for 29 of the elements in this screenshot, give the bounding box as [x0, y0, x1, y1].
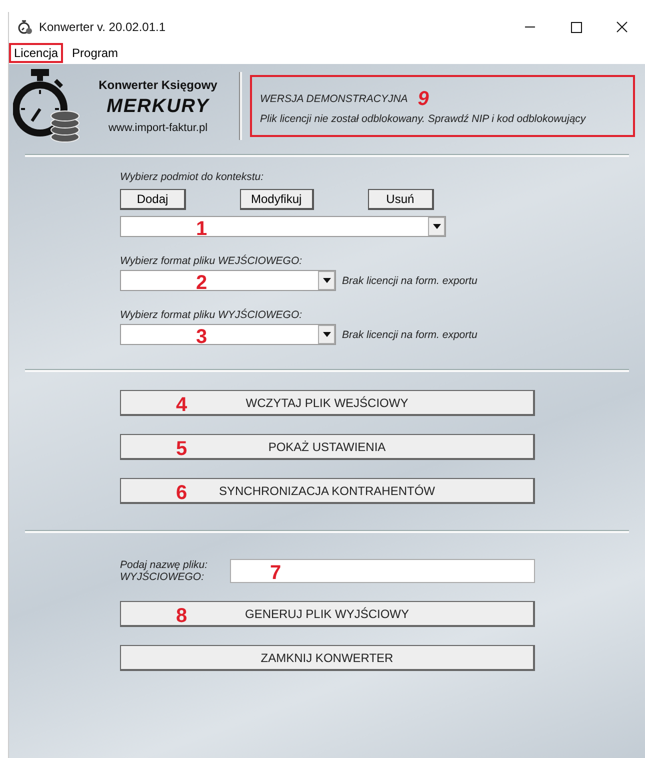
- notice-message: Plik licencji nie został odblokowany. Sprawdź NIP i kod odblokowujący: [260, 112, 587, 124]
- annotation-number: 7: [270, 563, 282, 583]
- notice-title: WERSJA DEMONSTRACYJNA: [260, 93, 408, 105]
- annotation-number: 2: [196, 272, 208, 292]
- small-button[interactable]: Usuń: [368, 189, 434, 210]
- field-label: Wybierz format pliku WEJŚCIOWEGO:: [120, 255, 304, 267]
- small-button[interactable]: Modyfikuj: [240, 189, 314, 210]
- file-name-input[interactable]: [230, 559, 535, 583]
- annotation-number: 8: [176, 606, 188, 626]
- menu-item[interactable]: Licencja: [9, 43, 64, 63]
- annotation-number: 1: [196, 218, 208, 238]
- logo-url: www.import-faktur.pl: [108, 122, 208, 134]
- window-title: Konwerter v. 20.02.01.1: [39, 20, 167, 34]
- license-note: Brak licencji na form. exportu: [342, 328, 478, 340]
- small-button[interactable]: Dodaj: [120, 189, 186, 210]
- field-label: Podaj nazwę pliku: WYJŚCIOWEGO:: [120, 559, 209, 583]
- field-label: Wybierz format pliku WYJŚCIOWEGO:: [120, 309, 304, 321]
- stopwatch-icon: [17, 19, 33, 35]
- logo-title: Konwerter Księgowy: [98, 78, 218, 92]
- field-label: Wybierz podmiot do kontekstu:: [120, 171, 265, 183]
- annotation-number: 4: [176, 395, 188, 415]
- annotation-number: 3: [196, 326, 208, 346]
- action-button[interactable]: ZAMKNIJ KONWERTER: [120, 645, 535, 671]
- annotation-number: 9: [418, 88, 429, 110]
- annotation-number: 6: [176, 483, 188, 503]
- logo-name: MERKURY: [106, 96, 210, 118]
- menu-item[interactable]: Program: [67, 43, 124, 63]
- annotation-number: 5: [176, 439, 188, 459]
- license-note: Brak licencji na form. exportu: [342, 274, 478, 286]
